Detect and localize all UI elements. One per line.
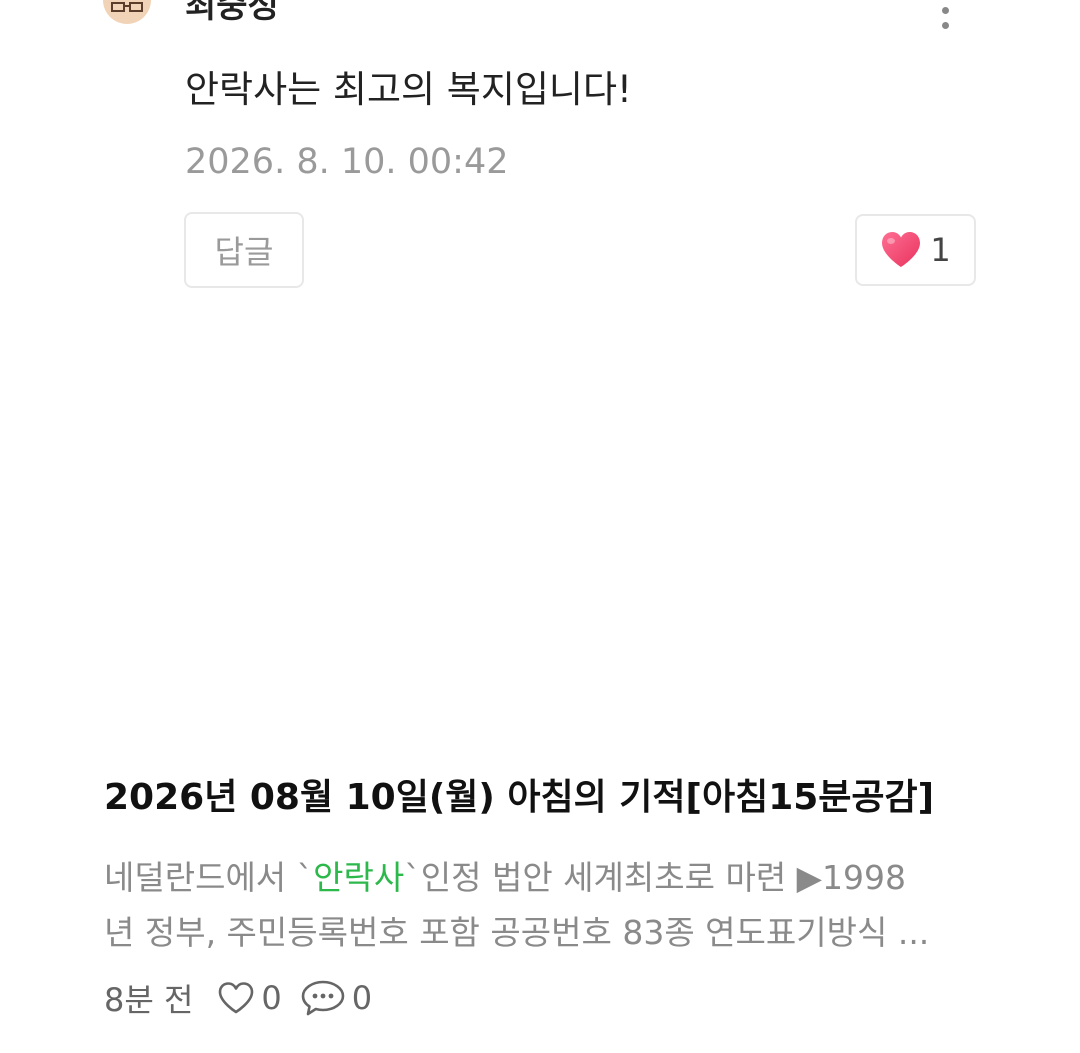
heart-outline-icon (217, 981, 255, 1015)
excerpt-highlight: 안락사 (313, 858, 405, 897)
post-excerpt-line-1: 네덜란드에서 `안락사`인정 법안 세계최초로 마련 ▶1998 (104, 850, 984, 905)
post-like-count: 0 (261, 979, 282, 1017)
avatar[interactable] (103, 0, 151, 24)
reply-button-label: 답글 (214, 233, 274, 271)
heart-filled-icon (880, 231, 922, 269)
more-vertical-icon-dot (941, 22, 949, 29)
more-vertical-icon (941, 7, 949, 14)
post-like-stat[interactable]: 0 (217, 979, 282, 1017)
post-meta: 8분 전 0 0 (104, 973, 390, 1023)
comment-text: 안락사는 최고의 복지입니다! (185, 68, 632, 111)
post-excerpt[interactable]: 네덜란드에서 `안락사`인정 법안 세계최초로 마련 ▶1998 년 정부, 주… (104, 850, 984, 960)
more-options-button[interactable] (928, 0, 962, 38)
post-time: 8분 전 (104, 981, 194, 1019)
post-excerpt-line-2: 년 정부, 주민등록번호 포함 공공번호 83종 연도표기방식 ... (104, 913, 930, 952)
comment-date: 2026. 8. 10. 00:42 (185, 142, 509, 182)
glasses-icon (111, 2, 143, 12)
speech-bubble-icon (300, 979, 346, 1017)
reply-button[interactable]: 답글 (184, 212, 304, 288)
excerpt-text-after: `인정 법안 세계최초로 마련 ▶1998 (404, 858, 907, 897)
like-button[interactable]: 1 (855, 214, 976, 286)
comment-author[interactable]: 최중정 (185, 0, 279, 26)
post-comment-count: 0 (351, 979, 373, 1017)
like-count: 1 (930, 231, 951, 269)
post-comment-stat[interactable]: 0 (300, 979, 372, 1017)
post-title[interactable]: 2026년 08월 10일(월) 아침의 기적[아침15분공감] (104, 772, 934, 824)
excerpt-text-before: 네덜란드에서 ` (104, 858, 314, 897)
